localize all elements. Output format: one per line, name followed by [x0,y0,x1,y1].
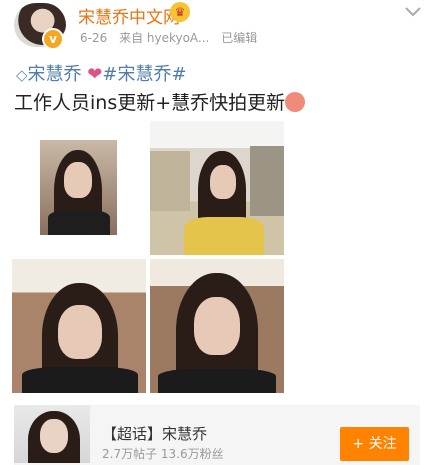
post-text: 工作人员ins更新+慧乔快拍更新 [14,88,306,115]
post-date: 6-26 [80,31,108,45]
chevron-down-icon[interactable] [404,6,422,18]
hashtag-link[interactable]: #宋慧乔# [102,64,186,85]
super-topic-stats: 2.7万帖子 13.6万粉丝 [102,447,224,461]
verified-badge-icon: v [42,28,64,50]
super-topic-link[interactable]: 宋慧乔 [28,64,82,85]
super-topic-title[interactable]: 【超话】宋慧乔 [102,423,207,444]
heart-icon: ❤ [87,64,103,85]
post-photo-2[interactable] [150,121,284,255]
post-text-content: 工作人员ins更新+慧乔快拍更新 [14,92,286,114]
post-photo-1[interactable] [40,140,117,235]
post-photo-4[interactable] [150,259,284,393]
author-name[interactable]: 宋慧乔中文网 [78,3,180,28]
post-source[interactable]: 来自 hyekyoA... [119,31,209,45]
post-meta: 6-26 来自 hyekyoA... 已编辑 [80,29,265,46]
diamond-icon: ◇ [16,66,28,84]
super-topic-cover [14,405,90,463]
follow-button[interactable]: + 关注 [340,427,409,461]
post-edited: 已编辑 [221,31,258,45]
post-tags: ◇宋慧乔 ❤#宋慧乔# [16,60,187,86]
crown-emoji-icon: ♛ [170,2,190,22]
post-photo-3[interactable] [12,259,146,393]
party-emoji-icon [285,92,306,112]
